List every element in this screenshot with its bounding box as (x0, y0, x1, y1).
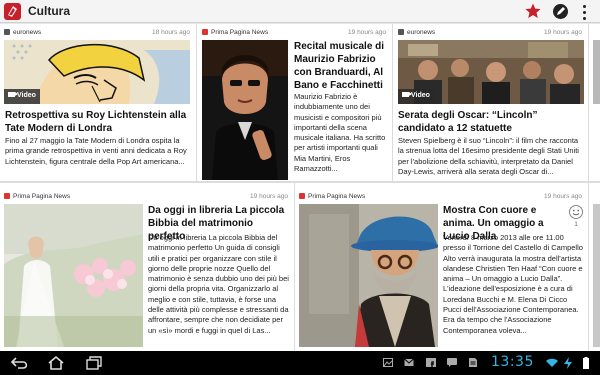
article-thumbnail: Video (4, 40, 190, 104)
action-bar: Cultura (0, 0, 600, 23)
prima-pagina-news-logo-icon (299, 193, 305, 199)
article-thumbnail (202, 40, 288, 180)
video-camera-icon (402, 92, 412, 97)
article-time: 19 hours ago (250, 193, 288, 200)
video-badge: Video (4, 89, 40, 104)
article-excerpt: Da oggi in libreria La piccola Bibbia de… (148, 233, 289, 335)
article-title[interactable]: Retrospettiva su Roy Lichtenstein alla T… (5, 109, 191, 135)
gallery-notification-icon[interactable] (383, 358, 393, 367)
article-thumbnail (299, 204, 438, 347)
home-icon[interactable] (46, 355, 66, 371)
article-time: 19 hours ago (348, 29, 386, 36)
article-source: Prima Pagina News (308, 193, 366, 200)
facebook-notification-icon[interactable] (426, 358, 436, 367)
star-icon[interactable] (524, 2, 542, 20)
article-card[interactable]: Prima Pagina News 19 hours ago Da oggi i… (0, 183, 294, 351)
document-notification-icon[interactable] (468, 358, 478, 367)
like-button[interactable]: 1 (568, 204, 584, 230)
charging-icon[interactable] (563, 357, 573, 369)
recent-apps-icon[interactable] (84, 355, 104, 371)
battery-icon[interactable] (580, 357, 592, 369)
euronews-logo-icon (4, 29, 10, 35)
back-icon[interactable] (10, 355, 30, 371)
article-card[interactable]: Prima Pagina News 19 hours ago Mostra Co… (295, 183, 588, 351)
article-thumbnail (4, 204, 143, 347)
article-grid: euronews 18 hours ago Video Retrospettiv… (0, 24, 600, 351)
article-time: 19 hours ago (544, 29, 582, 36)
video-badge: Video (398, 89, 434, 104)
article-thumbnail: Video (398, 40, 584, 104)
article-card[interactable]: euronews 18 hours ago Video Retrospettiv… (0, 24, 196, 181)
article-excerpt: Steven Spielberg è il suo “Lincoln”: il … (398, 136, 579, 176)
article-source: euronews (13, 29, 42, 36)
article-excerpt: Fino al 27 maggio la Tate Modern di Lond… (5, 136, 187, 166)
article-title[interactable]: Serata degli Oscar: “Lincoln” candidato … (398, 109, 584, 135)
next-page-peek[interactable] (589, 24, 600, 181)
article-title[interactable]: Recital musicale di Maurizio Fabrizio co… (294, 40, 388, 92)
article-source: euronews (407, 29, 436, 36)
like-count: 1 (574, 221, 578, 228)
article-time: 19 hours ago (544, 193, 582, 200)
article-source: Prima Pagina News (211, 29, 269, 36)
article-time: 18 hours ago (152, 29, 190, 36)
article-source: Prima Pagina News (13, 193, 71, 200)
video-camera-icon (8, 92, 18, 97)
status-clock[interactable]: 13:35 (491, 354, 534, 370)
article-excerpt: Maurizio Fabrizio è indubbiamente uno de… (294, 92, 386, 174)
pen-circle-icon[interactable] (552, 3, 569, 20)
prima-pagina-news-logo-icon (4, 193, 10, 199)
smiley-icon (569, 205, 583, 219)
system-navigation-bar: 13:35 (0, 351, 600, 375)
article-card[interactable]: Prima Pagina News 19 hours ago Recital m… (197, 24, 392, 181)
article-excerpt: Venerdì 8 marzo 2013 alle ore 11.00 pres… (443, 233, 583, 335)
wifi-icon[interactable] (546, 358, 558, 368)
mail-notification-icon[interactable] (404, 358, 414, 367)
euronews-logo-icon (398, 29, 404, 35)
article-card[interactable]: euronews 19 hours ago Video Serata degli… (393, 24, 588, 181)
app-logo-icon[interactable] (4, 3, 21, 20)
section-title[interactable]: Cultura (28, 4, 70, 18)
next-page-peek[interactable] (589, 183, 600, 351)
prima-pagina-news-logo-icon (202, 29, 208, 35)
more-vertical-icon[interactable] (580, 4, 588, 20)
chat-notification-icon[interactable] (447, 358, 457, 367)
